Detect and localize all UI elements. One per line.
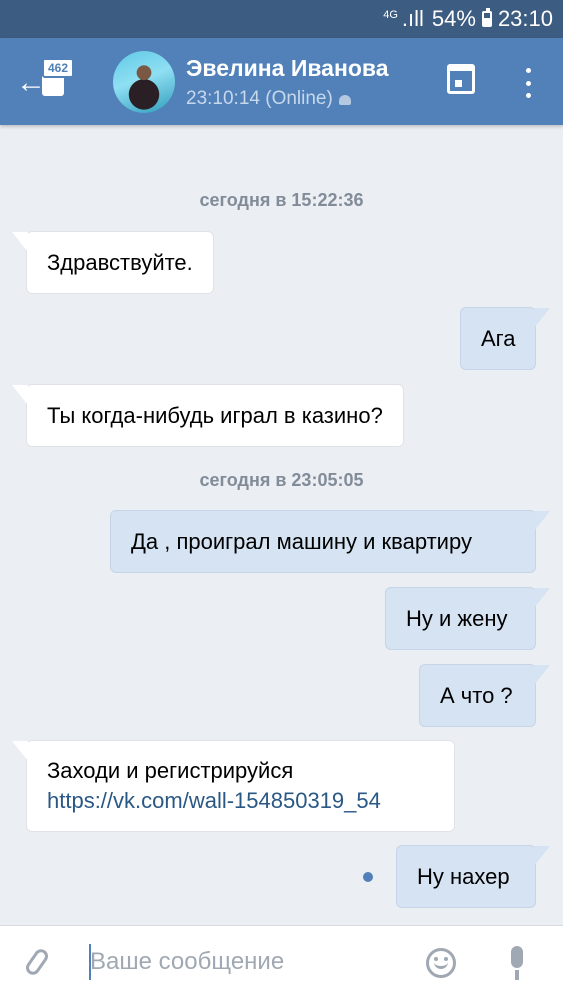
avatar[interactable] — [113, 51, 175, 113]
status-time: 23:10 — [497, 6, 553, 31]
network-type: 4G — [383, 9, 398, 21]
message-text: Здравствуйте. — [47, 249, 193, 275]
signal-icon: .ıll — [401, 6, 424, 31]
message-incoming[interactable]: Заходи и регистрируйся https://vk.com/wa… — [12, 740, 455, 832]
message-incoming[interactable]: Ты когда-нибудь играл в казино? — [12, 384, 404, 447]
presence-text: 23:10:14 (Online) — [186, 88, 333, 109]
message-text: Ага — [481, 325, 516, 351]
more-vertical-icon[interactable] — [518, 68, 538, 98]
message-composer — [0, 925, 563, 1000]
calendar-icon[interactable] — [447, 64, 475, 94]
paperclip-icon[interactable] — [23, 946, 51, 978]
date-separator: сегодня в 15:22:36 — [199, 190, 364, 210]
contact-name[interactable]: Эвелина Иванова — [186, 55, 389, 82]
unread-indicator — [363, 872, 373, 882]
message-outgoing[interactable]: Ну нахер — [396, 845, 550, 908]
message-text: Ты когда-нибудь играл в казино? — [47, 402, 383, 428]
chat-header: ← 462 Эвелина Иванова 23:10:14 (Online) — [0, 38, 563, 125]
battery-icon — [481, 8, 492, 27]
message-text: Ну нахер — [417, 863, 510, 889]
battery-percent: 54% — [431, 6, 476, 31]
date-separator: сегодня в 23:05:05 — [199, 470, 364, 490]
message-text: Ну и жену — [406, 605, 508, 631]
smile-icon[interactable] — [426, 948, 456, 978]
message-text: Заходи и регистрируйся — [47, 758, 294, 783]
message-text: Да , проиграл машину и квартиру — [131, 528, 472, 554]
back-button[interactable]: ← 462 — [14, 58, 78, 106]
message-input[interactable] — [90, 941, 410, 983]
microphone-icon[interactable] — [511, 946, 523, 980]
android-icon — [338, 95, 351, 105]
message-incoming[interactable]: Здравствуйте. — [12, 231, 214, 294]
presence-status: 23:10:14 (Online) — [186, 88, 351, 110]
unread-count-badge: 462 — [42, 58, 75, 78]
message-outgoing[interactable]: А что ? — [419, 664, 550, 727]
status-bar: 4G .ıll 54% 23:10 — [0, 0, 563, 38]
message-text: А что ? — [440, 682, 513, 708]
message-outgoing[interactable]: Ага — [460, 307, 550, 370]
message-link[interactable]: https://vk.com/wall-154850319_54 — [47, 786, 381, 816]
message-outgoing[interactable]: Да , проиграл машину и квартиру — [110, 510, 550, 573]
message-outgoing[interactable]: Ну и жену — [385, 587, 550, 650]
